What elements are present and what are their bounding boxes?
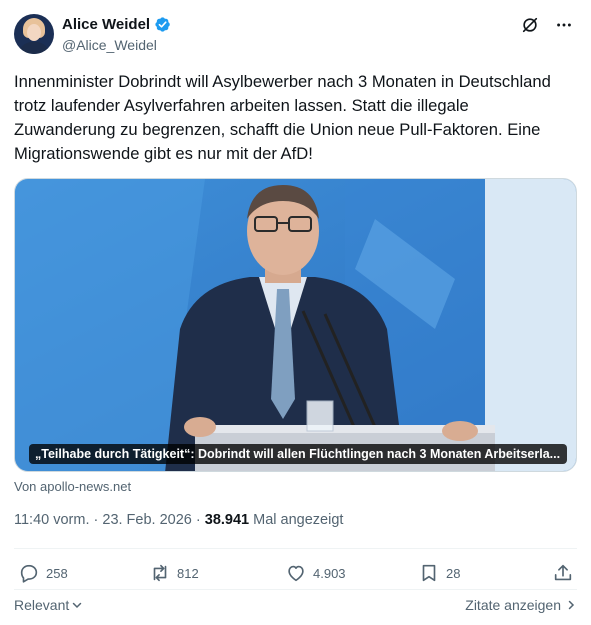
divider bbox=[14, 548, 577, 549]
timestamp[interactable]: 11:40 vorm. · 23. Feb. 2026 · bbox=[14, 512, 205, 528]
tweet-header: Alice Weidel @Alice_Weidel bbox=[14, 14, 577, 58]
avatar[interactable] bbox=[14, 14, 54, 54]
repost-icon bbox=[153, 564, 167, 582]
top-actions bbox=[521, 16, 573, 34]
link-source[interactable]: Von apollo-news.net bbox=[14, 479, 131, 494]
tweet-text: Innenminister Dobrindt will Asylbewerber… bbox=[14, 72, 551, 163]
link-card-image bbox=[15, 179, 576, 471]
author-name-row: Alice Weidel bbox=[62, 16, 171, 33]
bookmark-count: 28 bbox=[446, 565, 461, 581]
share-button[interactable] bbox=[552, 562, 574, 584]
view-quotes-link[interactable]: Zitate anzeigen bbox=[465, 597, 577, 613]
reply-count: 258 bbox=[46, 565, 68, 581]
tweet-meta: 11:40 vorm. · 23. Feb. 2026 · 38.941 Mal… bbox=[14, 512, 343, 528]
grok-slash-icon[interactable] bbox=[521, 16, 539, 34]
views-label: Mal angezeigt bbox=[249, 512, 344, 528]
more-icon[interactable] bbox=[555, 16, 573, 34]
bookmark-icon bbox=[422, 564, 436, 582]
chevron-down-icon bbox=[73, 602, 82, 609]
like-icon bbox=[288, 565, 304, 582]
share-icon bbox=[554, 564, 572, 581]
replies-footer: Relevant Zitate anzeigen bbox=[14, 597, 577, 615]
repost-button[interactable]: 812 bbox=[149, 562, 199, 584]
author-handle[interactable]: @Alice_Weidel bbox=[62, 37, 157, 53]
like-count: 4.903 bbox=[313, 565, 346, 581]
reply-button[interactable]: 258 bbox=[18, 562, 68, 584]
relevant-label: Relevant bbox=[14, 597, 70, 613]
divider bbox=[14, 589, 577, 590]
quotes-label: Zitate anzeigen bbox=[465, 597, 561, 613]
repost-count: 812 bbox=[177, 565, 199, 581]
relevant-sort-button[interactable]: Relevant bbox=[14, 597, 83, 613]
link-card[interactable]: „Teilhabe durch Tätigkeit“: Dobrindt wil… bbox=[14, 178, 577, 472]
reply-icon bbox=[20, 564, 38, 583]
action-bar: 258 812 4.903 28 bbox=[14, 562, 577, 586]
author-name[interactable]: Alice Weidel bbox=[62, 16, 150, 33]
link-card-caption: „Teilhabe durch Tätigkeit“: Dobrindt wil… bbox=[29, 444, 567, 464]
like-button[interactable]: 4.903 bbox=[285, 562, 346, 584]
bookmark-button[interactable]: 28 bbox=[418, 562, 460, 584]
verified-badge-icon bbox=[155, 17, 170, 32]
chevron-right-icon bbox=[568, 600, 575, 610]
views-count: 38.941 bbox=[204, 512, 250, 528]
